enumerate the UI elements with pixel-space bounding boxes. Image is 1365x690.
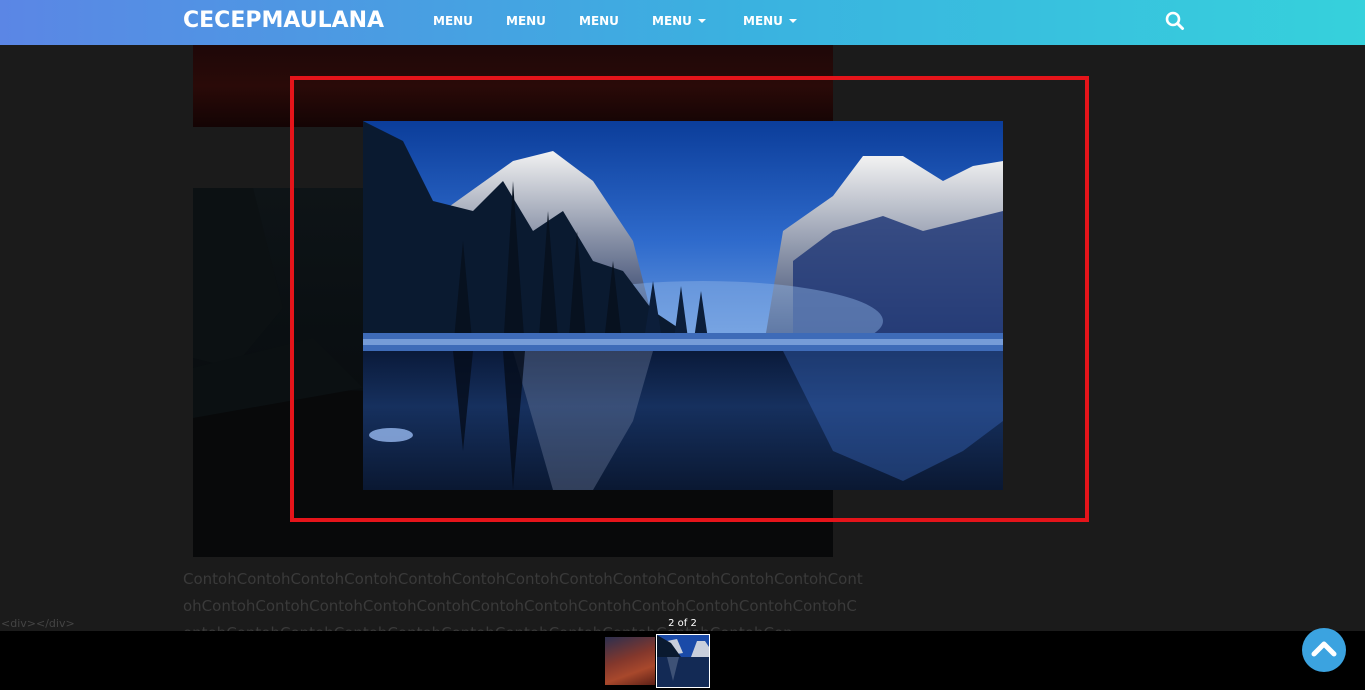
search-button[interactable] [1165, 11, 1185, 31]
caret-down-icon [697, 19, 706, 23]
search-icon [1165, 11, 1184, 30]
nav-menu-label: MENU [652, 14, 692, 28]
sunset-landscape-thumbnail[interactable] [605, 637, 655, 685]
nav-menu-item-1[interactable]: MENU [433, 14, 473, 28]
nav-menu-item-4[interactable]: MENU [652, 14, 706, 28]
nav-menu-item-3[interactable]: MENU [579, 14, 619, 28]
chevron-up-icon [1311, 641, 1337, 657]
nav-menu-label: MENU [433, 14, 473, 28]
winter-mountain-lake-image [363, 121, 1003, 490]
nav-menu-label: MENU [743, 14, 783, 28]
top-navbar: CECEPMAULANA MENU MENU MENU MENU MENU [0, 0, 1365, 45]
scroll-to-top-button[interactable] [1302, 628, 1346, 672]
thumbnail-image [657, 635, 709, 687]
winter-mountain-lake-thumbnail[interactable] [656, 634, 710, 688]
nav-menu-label: MENU [506, 14, 546, 28]
caret-down-icon [788, 19, 797, 23]
lightbox-counter: 2 of 2 [668, 618, 697, 629]
lightbox-main-image[interactable] [363, 121, 1003, 490]
nav-menu-item-5[interactable]: MENU [743, 14, 797, 28]
nav-menu-item-2[interactable]: MENU [506, 14, 546, 28]
site-brand[interactable]: CECEPMAULANA [183, 8, 384, 33]
nav-menu-label: MENU [579, 14, 619, 28]
